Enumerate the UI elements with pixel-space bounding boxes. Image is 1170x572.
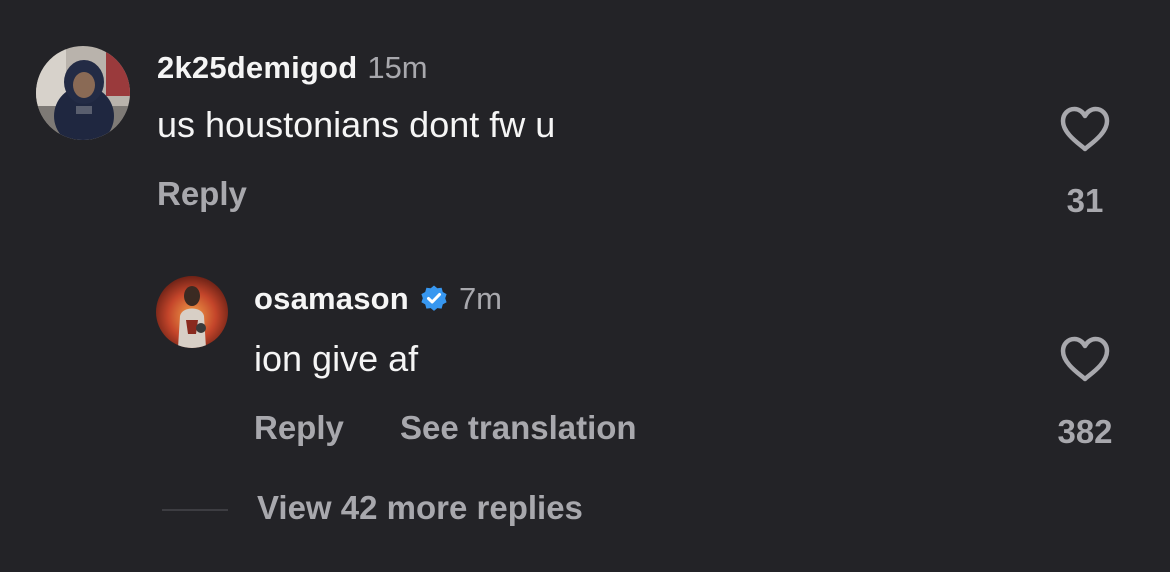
comment-time: 15m bbox=[367, 50, 428, 85]
like-count: 382 bbox=[1057, 413, 1113, 450]
comment-header: osamason 7m bbox=[254, 281, 502, 317]
heart-outline-icon[interactable] bbox=[1058, 334, 1112, 384]
like-count: 31 bbox=[1066, 182, 1104, 219]
reply-item: osamason 7m ion give af Reply See transl… bbox=[0, 250, 1170, 450]
heart-outline-icon[interactable] bbox=[1058, 104, 1112, 154]
comment-item: 2k25demigod 15m us houstonians dont fw u… bbox=[0, 0, 1170, 250]
verified-badge-icon bbox=[419, 284, 449, 314]
see-translation-button[interactable]: See translation bbox=[400, 409, 637, 447]
comment-time: 7m bbox=[458, 281, 503, 316]
view-more-replies-button[interactable]: View 42 more replies bbox=[257, 489, 583, 527]
reply-button[interactable]: Reply bbox=[157, 175, 247, 213]
replies-divider bbox=[162, 509, 228, 511]
username[interactable]: osamason bbox=[254, 281, 409, 317]
username[interactable]: 2k25demigod bbox=[157, 50, 357, 86]
comment-header: 2k25demigod 15m bbox=[157, 50, 428, 86]
reply-button[interactable]: Reply bbox=[254, 409, 344, 447]
avatar[interactable] bbox=[36, 46, 130, 140]
avatar[interactable] bbox=[156, 276, 228, 348]
comment-text: ion give af bbox=[254, 338, 419, 379]
comment-text: us houstonians dont fw u bbox=[157, 104, 556, 145]
